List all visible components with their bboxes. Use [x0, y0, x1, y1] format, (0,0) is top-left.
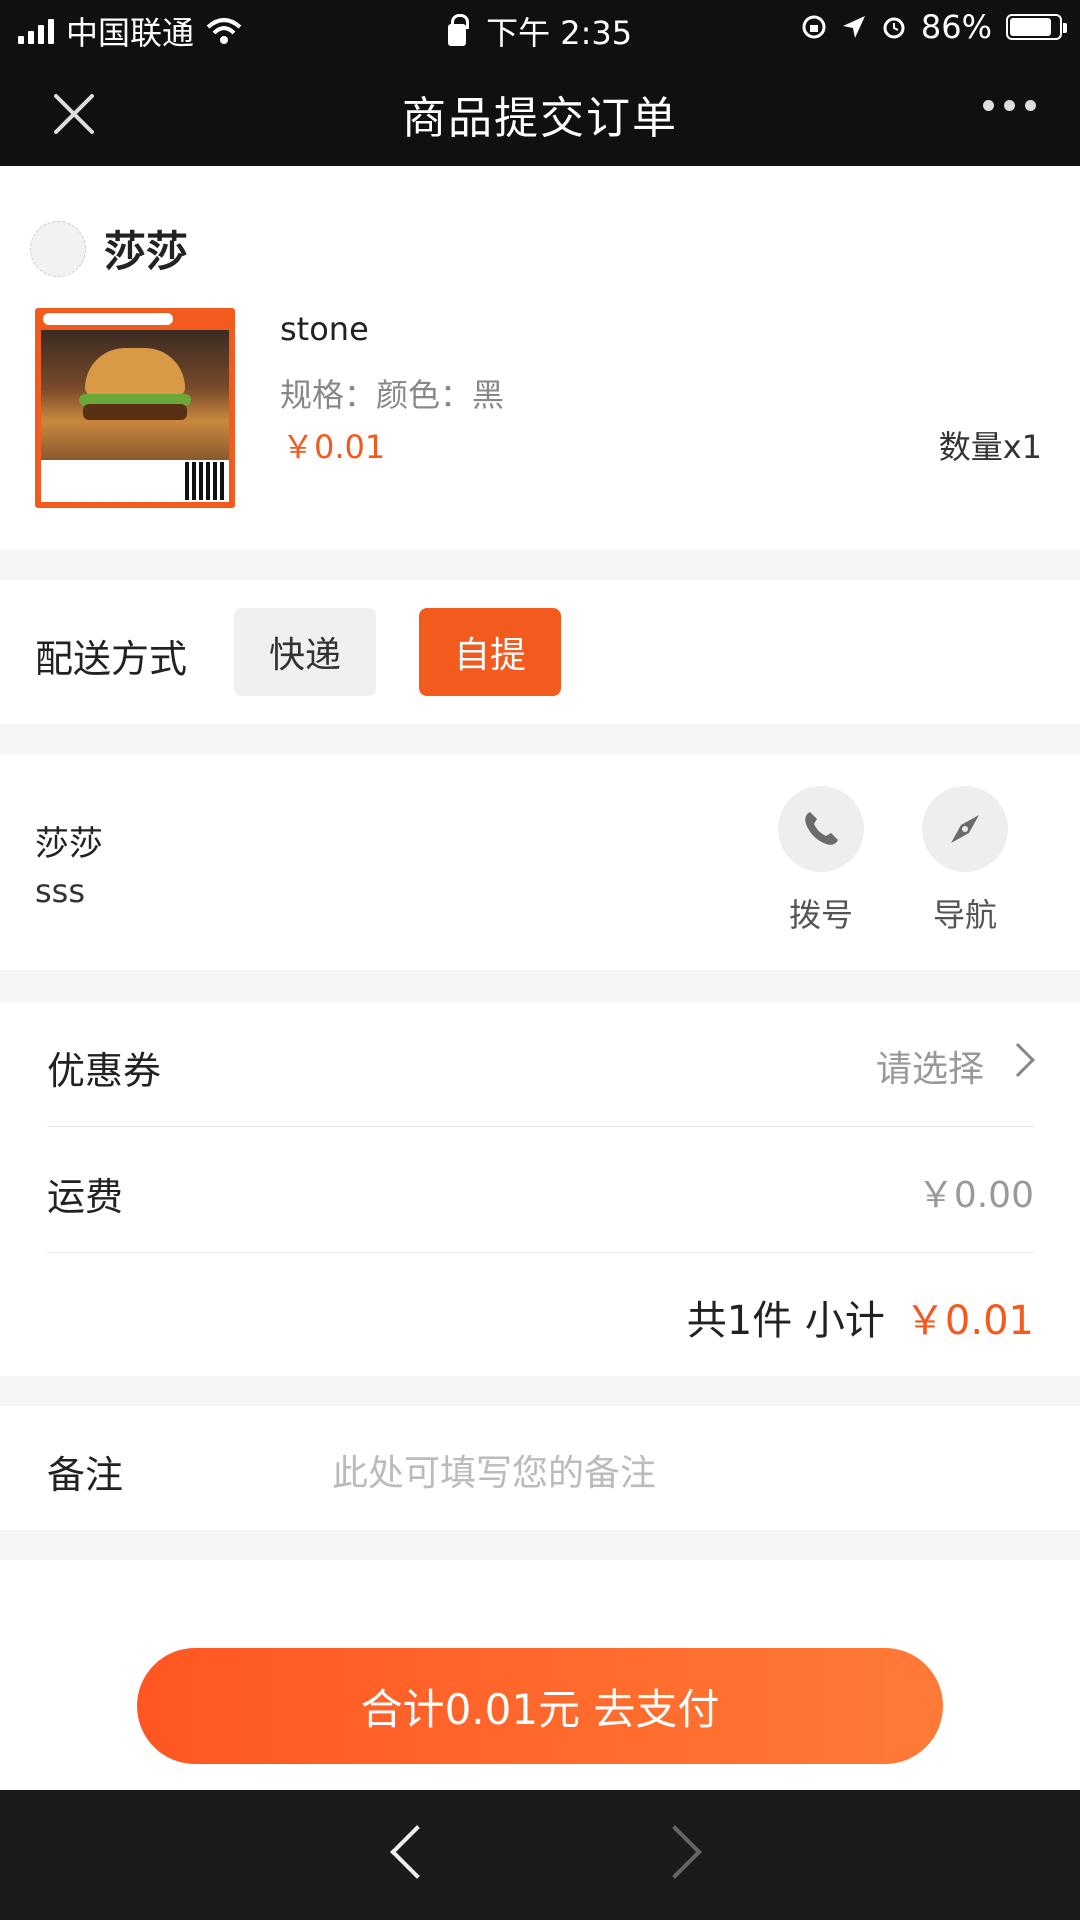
- delivery-option-pickup[interactable]: 自提: [419, 608, 561, 696]
- more-icon[interactable]: [983, 100, 1036, 111]
- navigate-label: 导航: [932, 896, 997, 934]
- call-label: 拨号: [788, 896, 853, 934]
- delivery-label: 配送方式: [35, 637, 188, 681]
- rotation-lock-icon: [802, 15, 826, 39]
- battery-icon: [1006, 14, 1067, 40]
- status-time: 下午 2:35: [486, 14, 633, 52]
- product-spec: 规格：颜色：黑: [280, 376, 505, 414]
- store-name: 莎莎: [35, 824, 103, 864]
- alarm-icon: [883, 17, 905, 39]
- shipping-value: ￥0.00: [917, 1175, 1034, 1216]
- forward-arrow-icon[interactable]: [648, 1825, 702, 1879]
- qr-code-icon: [185, 462, 225, 500]
- product-name: stone: [280, 310, 369, 348]
- lock-icon: [447, 14, 469, 46]
- divider: [47, 1126, 1034, 1127]
- back-arrow-icon[interactable]: [390, 1825, 444, 1879]
- call-button[interactable]: 拨号: [778, 786, 864, 936]
- coupon-label: 优惠券: [47, 1049, 162, 1093]
- pickup-store-section: 莎莎 sss 拨号 导航: [0, 754, 1080, 970]
- product-price: ￥0.01: [282, 428, 386, 466]
- pay-section: 合计0.01元 去支付: [0, 1560, 1080, 1790]
- delivery-section: 配送方式 快递 自提: [0, 580, 1080, 724]
- price-summary-section: 优惠券 请选择 运费 ￥0.00 共1件 小计 ￥0.01: [0, 1002, 1080, 1376]
- remark-section: 备注 此处可填写您的备注: [0, 1406, 1080, 1530]
- shop-name: 莎莎: [104, 227, 189, 276]
- chevron-right-icon: [1001, 1043, 1035, 1077]
- product-image[interactable]: [35, 308, 235, 508]
- product-quantity: 数量x1: [938, 428, 1042, 466]
- coupon-row[interactable]: 优惠券 请选择: [47, 1002, 1035, 1126]
- status-bar: 中国联通 下午 2:35 86%: [0, 0, 1080, 56]
- divider: [47, 1252, 1034, 1253]
- remark-input[interactable]: 此处可填写您的备注: [332, 1444, 656, 1496]
- page-title: 商品提交订单: [402, 93, 678, 144]
- subtotal-price: ￥0.01: [904, 1298, 1034, 1344]
- browser-toolbar: [0, 1790, 1080, 1920]
- phone-icon: [805, 812, 838, 845]
- subtotal-text: 共1件 小计: [686, 1298, 885, 1344]
- shop-logo: [30, 221, 86, 277]
- store-address: sss: [35, 872, 86, 910]
- order-item-section: 莎莎 stone 规格：颜色：黑 ￥0.01 数量x1: [0, 166, 1080, 550]
- navigate-button[interactable]: 导航: [922, 786, 1008, 936]
- pay-button[interactable]: 合计0.01元 去支付: [137, 1648, 943, 1764]
- delivery-option-express[interactable]: 快递: [234, 608, 376, 696]
- coupon-value: 请选择: [875, 1049, 984, 1090]
- subtotal: 共1件 小计 ￥0.01: [687, 1288, 1034, 1346]
- battery-percent: 86%: [920, 8, 992, 46]
- status-right: 86%: [801, 8, 1067, 46]
- nav-bar: 商品提交订单: [0, 56, 1080, 166]
- remark-label: 备注: [47, 1453, 124, 1497]
- location-icon: [842, 16, 865, 38]
- compass-icon: [951, 815, 979, 843]
- shipping-row: 运费 ￥0.00: [47, 1128, 1034, 1252]
- shipping-label: 运费: [47, 1175, 124, 1219]
